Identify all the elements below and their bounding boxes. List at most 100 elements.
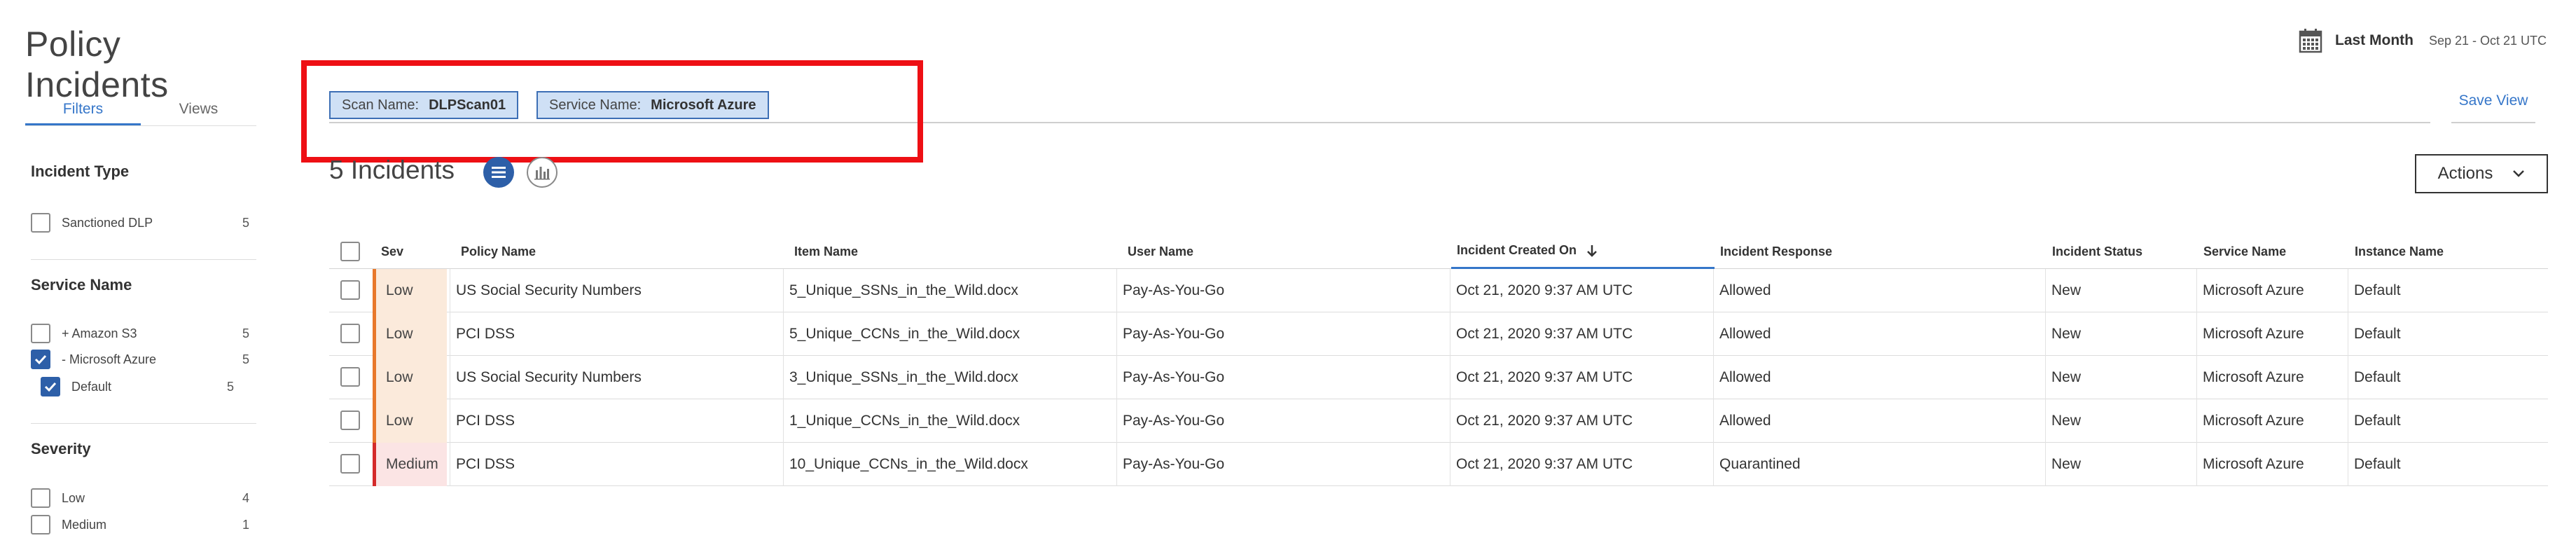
- column-header-incident-status[interactable]: Incident Status: [2047, 234, 2142, 269]
- service-cell: Microsoft Azure: [2196, 356, 2348, 399]
- service-cell: Microsoft Azure: [2196, 443, 2348, 486]
- divider: [31, 259, 256, 260]
- item-name-cell: 5_Unique_SSNs_in_the_Wild.docx: [783, 269, 1116, 312]
- item-name-cell: 1_Unique_CCNs_in_the_Wild.docx: [783, 399, 1116, 443]
- sort-down-arrow-icon: [1587, 244, 1597, 257]
- severity-badge: Low: [373, 399, 447, 443]
- severity-badge: Low: [373, 312, 447, 356]
- item-name-cell: 3_Unique_SSNs_in_the_Wild.docx: [783, 356, 1116, 399]
- status-cell: New: [2045, 269, 2196, 312]
- checkbox-checked[interactable]: [31, 350, 50, 369]
- select-all-cell: [340, 234, 360, 269]
- checkbox[interactable]: [31, 213, 50, 233]
- facet-item-label: + Amazon S3: [62, 326, 137, 340]
- created-on-cell: Oct 21, 2020 9:37 AM UTC: [1450, 312, 1713, 356]
- tab-filters[interactable]: Filters: [25, 98, 141, 125]
- actions-label: Actions: [2437, 164, 2493, 183]
- created-on-cell: Oct 21, 2020 9:37 AM UTC: [1450, 356, 1713, 399]
- facet-item-medium[interactable]: Medium 1: [31, 513, 249, 536]
- facet-item-default[interactable]: Default 5: [41, 375, 234, 398]
- created-on-cell: Oct 21, 2020 9:37 AM UTC: [1450, 443, 1713, 486]
- status-cell: New: [2045, 356, 2196, 399]
- instance-cell: Default: [2348, 356, 2548, 399]
- column-header-item-name[interactable]: Item Name: [789, 234, 858, 269]
- policy-name-cell: PCI DSS: [450, 399, 783, 443]
- response-cell: Allowed: [1713, 312, 2045, 356]
- row-checkbox[interactable]: [340, 367, 360, 387]
- facet-item-microsoft-azure[interactable]: - Microsoft Azure 5: [31, 348, 249, 371]
- status-cell: New: [2045, 399, 2196, 443]
- table-row[interactable]: Low US Social Security Numbers 5_Unique_…: [329, 269, 2548, 312]
- facet-title-severity: Severity: [31, 440, 91, 457]
- table-row[interactable]: Medium PCI DSS 10_Unique_CCNs_in_the_Wil…: [329, 443, 2548, 486]
- instance-cell: Default: [2348, 399, 2548, 443]
- page-title: Policy Incidents: [25, 25, 169, 104]
- chart-view-button[interactable]: [527, 157, 558, 188]
- row-checkbox[interactable]: [340, 324, 360, 343]
- incidents-table: Sev Policy Name Item Name User Name Inci…: [329, 234, 2548, 486]
- table-header: Sev Policy Name Item Name User Name Inci…: [329, 234, 2548, 269]
- column-header-incident-created-on[interactable]: Incident Created On: [1451, 234, 1715, 269]
- policy-name-cell: PCI DSS: [450, 312, 783, 356]
- user-name-cell: Pay-As-You-Go: [1116, 269, 1450, 312]
- row-checkbox[interactable]: [340, 280, 360, 300]
- chevron-down-icon: [2513, 170, 2525, 177]
- response-cell: Allowed: [1713, 399, 2045, 443]
- policy-name-cell: PCI DSS: [450, 443, 783, 486]
- table-row[interactable]: Low PCI DSS 1_Unique_CCNs_in_the_Wild.do…: [329, 399, 2548, 443]
- checkbox-checked[interactable]: [41, 377, 60, 396]
- response-cell: Quarantined: [1713, 443, 2045, 486]
- actions-dropdown[interactable]: Actions: [2415, 154, 2548, 193]
- instance-cell: Default: [2348, 312, 2548, 356]
- checkbox[interactable]: [31, 324, 50, 343]
- select-all-checkbox[interactable]: [340, 242, 360, 261]
- facet-item-sanctioned-dlp[interactable]: Sanctioned DLP 5: [31, 212, 249, 234]
- facet-title-incident-type: Incident Type: [31, 163, 130, 180]
- item-name-cell: 10_Unique_CCNs_in_the_Wild.docx: [783, 443, 1116, 486]
- instance-cell: Default: [2348, 443, 2548, 486]
- facet-item-low[interactable]: Low 4: [31, 487, 249, 509]
- save-view-button[interactable]: Save View: [2451, 90, 2535, 123]
- facet-item-label: - Microsoft Azure: [62, 352, 157, 366]
- severity-badge: Medium: [373, 443, 447, 486]
- column-header-service-name[interactable]: Service Name: [2198, 234, 2286, 269]
- facet-item-count: 4: [242, 490, 249, 505]
- facet-item-count: 1: [242, 517, 249, 532]
- column-header-label: Incident Created On: [1457, 243, 1577, 257]
- table-row[interactable]: Low PCI DSS 5_Unique_CCNs_in_the_Wild.do…: [329, 312, 2548, 356]
- item-name-cell: 5_Unique_CCNs_in_the_Wild.docx: [783, 312, 1116, 356]
- facet-item-amazon-s3[interactable]: + Amazon S3 5: [31, 322, 249, 345]
- row-checkbox[interactable]: [340, 411, 360, 430]
- date-range-dates: Sep 21 - Oct 21 UTC: [2428, 33, 2547, 48]
- checkbox[interactable]: [31, 488, 50, 508]
- response-cell: Allowed: [1713, 356, 2045, 399]
- tab-views[interactable]: Views: [141, 98, 256, 125]
- row-checkbox[interactable]: [340, 454, 360, 474]
- highlight-annotation-box: [301, 60, 923, 163]
- facet-item-count: 5: [242, 326, 249, 340]
- checkbox[interactable]: [31, 515, 50, 534]
- service-cell: Microsoft Azure: [2196, 269, 2348, 312]
- created-on-cell: Oct 21, 2020 9:37 AM UTC: [1450, 269, 1713, 312]
- column-header-incident-response[interactable]: Incident Response: [1715, 234, 1832, 269]
- column-header-policy-name[interactable]: Policy Name: [455, 234, 536, 269]
- instance-cell: Default: [2348, 269, 2548, 312]
- column-header-sev[interactable]: Sev: [375, 234, 403, 269]
- status-cell: New: [2045, 443, 2196, 486]
- user-name-cell: Pay-As-You-Go: [1116, 312, 1450, 356]
- chart-view-icon: [534, 167, 550, 180]
- service-cell: Microsoft Azure: [2196, 399, 2348, 443]
- facet-item-label: Medium: [62, 517, 107, 532]
- date-range-selector[interactable]: Last Month Sep 21 - Oct 21 UTC: [2299, 28, 2547, 53]
- column-header-instance-name[interactable]: Instance Name: [2349, 234, 2444, 269]
- column-header-user-name[interactable]: User Name: [1122, 234, 1193, 269]
- user-name-cell: Pay-As-You-Go: [1116, 443, 1450, 486]
- facet-title-service-name: Service Name: [31, 276, 132, 294]
- table-row[interactable]: Low US Social Security Numbers 3_Unique_…: [329, 356, 2548, 399]
- list-view-button[interactable]: [483, 157, 514, 188]
- sidebar: Policy Incidents Filters Views Incident …: [0, 0, 273, 545]
- policy-name-cell: US Social Security Numbers: [450, 356, 783, 399]
- facet-item-label: Low: [62, 490, 85, 505]
- list-view-icon: [492, 167, 506, 178]
- sidebar-tabs: Filters Views: [25, 98, 256, 126]
